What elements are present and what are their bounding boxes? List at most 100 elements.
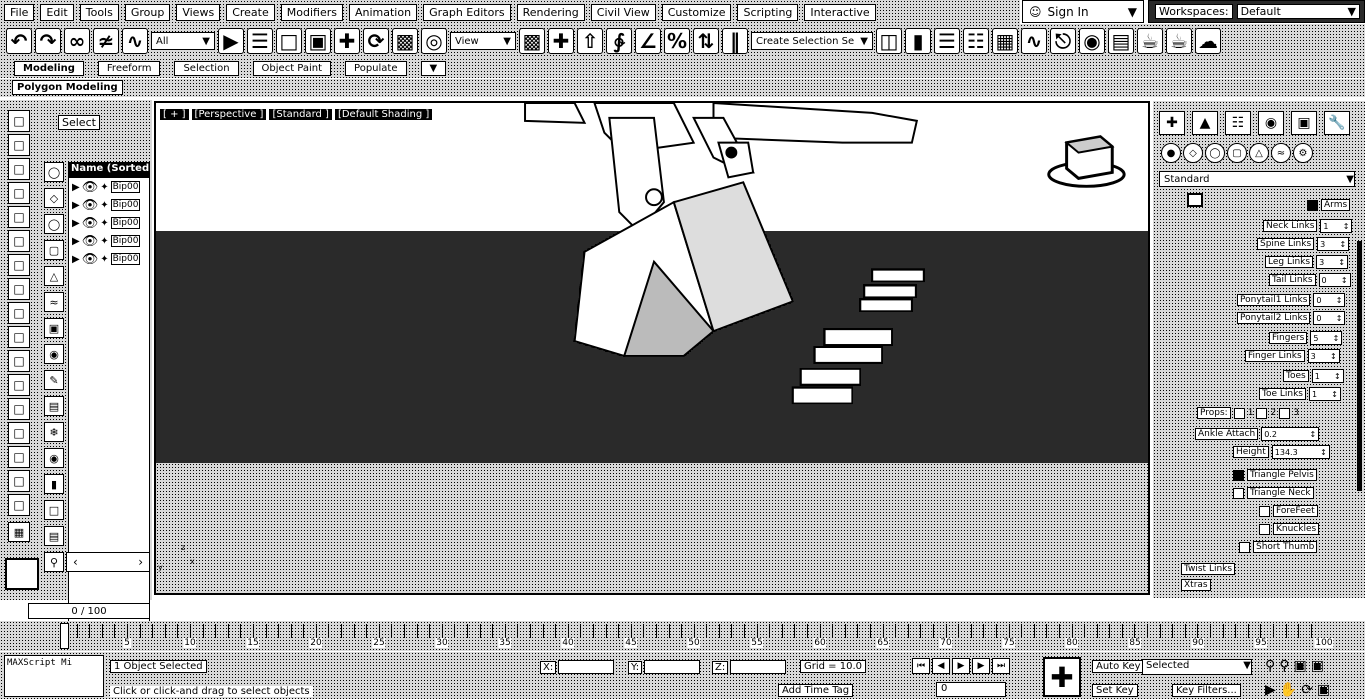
invert-filter-icon[interactable]: ▤ <box>44 526 64 546</box>
material-editor-icon[interactable]: ◉ <box>1079 28 1105 54</box>
tab-selection[interactable]: Selection <box>174 60 239 76</box>
menu-file[interactable]: File <box>4 3 35 21</box>
set-key-button[interactable]: Set Key <box>1092 684 1138 697</box>
zoom-icon[interactable]: ⚲ <box>1265 658 1275 674</box>
select-by-name-icon[interactable]: ☰ <box>247 28 273 54</box>
menu-create[interactable]: Create <box>226 3 275 21</box>
doc-icon[interactable]: □ <box>8 446 30 468</box>
menu-rendering[interactable]: Rendering <box>516 3 585 21</box>
helpers-filter-icon[interactable]: △ <box>44 266 64 286</box>
tail-links-spinner[interactable]: 0 ↕ <box>1318 273 1351 287</box>
menu-edit[interactable]: Edit <box>40 3 74 21</box>
spine-links-spinner[interactable]: 3 ↕ <box>1317 237 1350 251</box>
keyboard-shortcut-icon[interactable]: ⇧ <box>577 28 603 54</box>
maxscript-listener[interactable]: MAXScript Mi <box>4 655 104 697</box>
finger-links-spinner[interactable]: 3 ↕ <box>1307 349 1340 363</box>
utilities-tab-icon[interactable]: 🔧 <box>1324 111 1350 135</box>
ponytail2-spinner[interactable]: 0 ↕ <box>1313 311 1346 325</box>
angle-snap-icon[interactable]: ∠ <box>635 28 661 54</box>
list-item[interactable]: ▶ 👁 ✦ Bip00 <box>69 196 149 214</box>
pan-icon[interactable]: ✋ <box>1280 682 1297 698</box>
display-tab-icon[interactable]: ▣ <box>1291 111 1317 135</box>
list-item[interactable]: ▶ 👁 ✦ Bip00 <box>69 214 149 232</box>
xrefs-filter-icon[interactable]: ◉ <box>44 344 64 364</box>
sign-in-dropdown[interactable]: ☺ Sign In ▼ <box>1022 0 1144 23</box>
named-selection-dropdown[interactable]: Create Selection Se ▼ <box>751 32 873 50</box>
key-set-dropdown[interactable]: Selected ▼ <box>1142 659 1252 675</box>
move-icon[interactable]: ✚ <box>334 28 360 54</box>
zoom-extents-all-icon[interactable]: ▣ <box>1311 658 1324 674</box>
redo-icon[interactable]: ↷ <box>35 28 61 54</box>
place-icon[interactable]: ◎ <box>421 28 447 54</box>
prop3-checkbox[interactable] <box>1279 407 1291 419</box>
height-spinner[interactable]: 134.3 ↕ <box>1271 445 1330 459</box>
ankle-attach-spinner[interactable]: 0.2 ↕ <box>1261 427 1320 441</box>
helpers-icon[interactable]: △ <box>1249 143 1269 163</box>
light-icon[interactable]: □ <box>8 302 30 324</box>
menu-interactive[interactable]: Interactive <box>804 3 876 21</box>
ribbon-options-icon[interactable]: ▼ <box>420 60 447 76</box>
window-crossing-icon[interactable]: ▣ <box>305 28 331 54</box>
menu-tools[interactable]: Tools <box>79 3 119 21</box>
cube-icon[interactable]: □ <box>8 134 30 156</box>
tab-freeform[interactable]: Freeform <box>97 60 161 76</box>
systems-icon[interactable]: ⚙ <box>1293 143 1313 163</box>
bind-spacewarp-icon[interactable]: ∿ <box>122 28 148 54</box>
viewport-navigation-icon[interactable]: ✚ <box>1043 657 1081 697</box>
cameras-icon[interactable]: ▢ <box>1227 143 1247 163</box>
menu-group[interactable]: Group <box>124 3 171 21</box>
percent-snap-icon[interactable]: % <box>664 28 690 54</box>
render-cloud-icon[interactable]: ☁ <box>1195 28 1221 54</box>
color-swatch[interactable] <box>5 558 39 590</box>
select-manipulate-icon[interactable]: ✚ <box>548 28 574 54</box>
select-object-icon[interactable]: ▶ <box>218 28 244 54</box>
add-time-tag-button[interactable]: Add Time Tag <box>778 684 854 697</box>
create-tab-icon[interactable]: ✚ <box>1159 111 1185 135</box>
biped-model[interactable] <box>156 103 1148 593</box>
fingers-spinner[interactable]: 5 ↕ <box>1310 331 1343 345</box>
doc-icon[interactable]: □ <box>8 422 30 444</box>
time-slider-knob[interactable] <box>60 623 69 649</box>
ref-coord-dropdown[interactable]: View ▼ <box>450 32 516 50</box>
maximize-viewport-icon[interactable]: ▣ <box>1317 682 1330 698</box>
spinner-snap-icon[interactable]: ⇅ <box>693 28 719 54</box>
polygon-modeling-panel[interactable]: Polygon Modeling <box>12 80 123 95</box>
perspective-viewport[interactable]: [ + ] [Perspective ] [Standard ] [Defaul… <box>154 101 1150 595</box>
modify-tab-icon[interactable]: ▲ <box>1192 111 1218 135</box>
key-filters-button[interactable]: Key Filters... <box>1172 684 1241 697</box>
arms-checkbox[interactable] <box>1307 199 1318 211</box>
twist-links-rollout[interactable]: Twist Links <box>1181 563 1236 575</box>
paint-icon[interactable]: □ <box>8 326 30 348</box>
warp-icon[interactable]: □ <box>8 254 30 276</box>
layer-explorer-icon[interactable]: ☷ <box>963 28 989 54</box>
menu-views[interactable]: Views <box>176 3 221 21</box>
layers-icon[interactable]: ▦ <box>8 522 30 542</box>
workspace-dropdown[interactable]: Default ▼ <box>1236 4 1360 19</box>
rect-selection-icon[interactable]: □ <box>276 28 302 54</box>
menu-modifiers[interactable]: Modifiers <box>280 3 343 21</box>
current-frame-field[interactable]: 0 <box>936 682 1006 697</box>
cameras-filter-icon[interactable]: ▢ <box>44 240 64 260</box>
pivot-center-icon[interactable]: ▩ <box>519 28 545 54</box>
scene-explorer-icon[interactable]: ☰ <box>934 28 960 54</box>
viewport-shading[interactable]: [Default Shading ] <box>334 109 433 120</box>
eye-icon[interactable]: □ <box>8 398 30 420</box>
next-frame-icon[interactable]: ▶ <box>972 658 990 674</box>
x-field[interactable] <box>558 660 615 674</box>
sphere-icon[interactable]: □ <box>8 158 30 180</box>
select-icon[interactable]: □ <box>8 110 30 132</box>
toggle-ribbon-icon[interactable]: ▦ <box>992 28 1018 54</box>
geometry-filter-icon[interactable]: ◯ <box>44 162 64 182</box>
motion-tab-icon[interactable]: ◉ <box>1258 111 1284 135</box>
bones-filter-icon[interactable]: ✎ <box>44 370 64 390</box>
leg-links-spinner[interactable]: 3 ↕ <box>1316 255 1349 269</box>
shapes-icon[interactable]: ◇ <box>1183 143 1203 163</box>
viewport-point-of-view[interactable]: [Perspective ] <box>191 109 267 120</box>
tab-modeling[interactable]: Modeling <box>14 60 84 76</box>
frame-icon[interactable]: □ <box>8 350 30 372</box>
menu-graph-editors[interactable]: Graph Editors <box>423 3 511 21</box>
spacewarps-icon[interactable]: ≈ <box>1271 143 1291 163</box>
neck-links-spinner[interactable]: 1 ↕ <box>1320 219 1353 233</box>
menu-customize[interactable]: Customize <box>661 3 732 21</box>
menu-scripting[interactable]: Scripting <box>737 3 799 21</box>
